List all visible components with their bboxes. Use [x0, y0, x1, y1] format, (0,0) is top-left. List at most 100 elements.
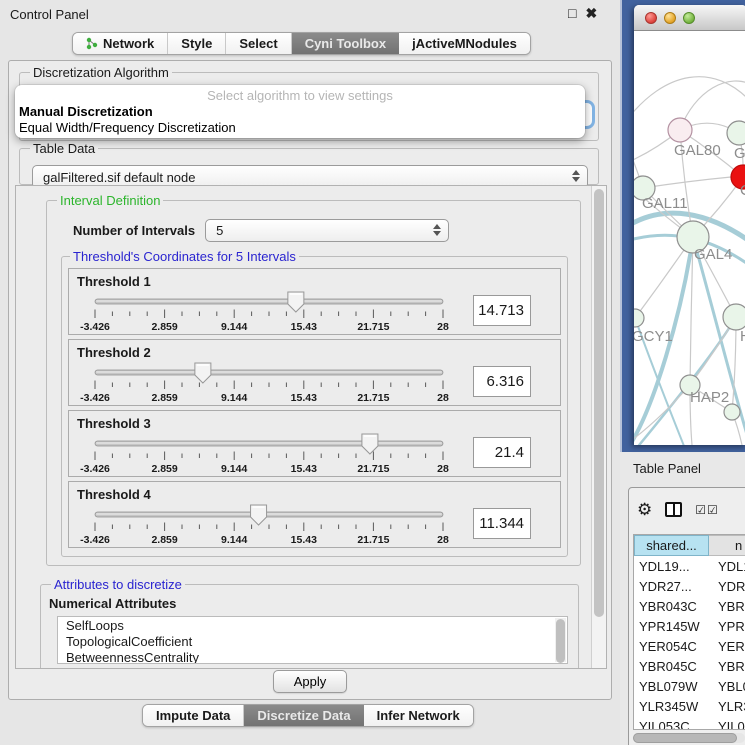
- table-row[interactable]: YPR145WYPR1: [634, 616, 745, 636]
- thresholds-coordinates-title: Threshold's Coordinates for 5 Intervals: [70, 249, 299, 264]
- apply-button[interactable]: Apply: [273, 670, 348, 693]
- discretization-algorithm-group-title: Discretization Algorithm: [30, 65, 172, 80]
- menu-item-manual-discretization[interactable]: Manual Discretization: [15, 104, 585, 120]
- interval-definition-group: Interval Definition Number of Intervals …: [46, 193, 581, 566]
- svg-text:28: 28: [437, 463, 449, 475]
- control-panel-tabbar: Network Style Select Cyni Toolbox jActiv…: [72, 32, 531, 55]
- settings-scroll-area: Interval Definition Number of Intervals …: [15, 185, 607, 669]
- network-node[interactable]: [724, 404, 740, 420]
- table-data-combobox-value: galFiltered.sif default node: [43, 170, 195, 185]
- threshold-panel: Threshold 4-3.4262.8599.14415.4321.71528…: [68, 481, 561, 548]
- node-label: C: [740, 182, 745, 199]
- right-panel: GAL80GALCGAL11GAL4GCY1HHAP2 Table Panel …: [620, 0, 745, 745]
- table-row[interactable]: YLR345WYLR3: [634, 696, 745, 716]
- algorithm-dropdown-popup: Select algorithm to view settings Manual…: [15, 85, 585, 138]
- threshold-value-field[interactable]: 11.344: [473, 508, 531, 539]
- node-label: GAL80: [674, 142, 721, 159]
- list-scrollbar[interactable]: [555, 618, 566, 662]
- svg-text:15.43: 15.43: [291, 392, 317, 404]
- tab-style[interactable]: Style: [168, 33, 226, 54]
- gear-icon[interactable]: ⚙: [637, 501, 652, 518]
- table-panel-title: Table Panel: [633, 461, 701, 476]
- tab-select[interactable]: Select: [226, 33, 291, 54]
- svg-text:21.715: 21.715: [357, 392, 389, 404]
- threshold-value-field[interactable]: 21.4: [473, 437, 531, 468]
- threshold-label: Threshold 1: [77, 274, 552, 289]
- tab-jactivemnodules[interactable]: jActiveMNodules: [399, 33, 530, 54]
- table-row[interactable]: YIL053CYIL0: [634, 716, 745, 730]
- table-row[interactable]: YER054CYER0: [634, 636, 745, 656]
- network-window-titlebar: [634, 5, 745, 31]
- float-window-icon[interactable]: □: [568, 5, 576, 22]
- svg-text:15.43: 15.43: [291, 463, 317, 475]
- table-data-group-title: Table Data: [30, 141, 98, 156]
- column-header-name[interactable]: n: [709, 535, 745, 556]
- threshold-slider[interactable]: -3.4262.8599.14415.4321.71528: [77, 290, 461, 334]
- attributes-to-discretize-group: Attributes to discretize Numerical Attri…: [40, 577, 579, 668]
- attributes-to-discretize-title: Attributes to discretize: [51, 577, 185, 592]
- tab-network[interactable]: Network: [73, 33, 168, 54]
- svg-text:21.715: 21.715: [357, 463, 389, 475]
- threshold-panel: Threshold 2-3.4262.8599.14415.4321.71528…: [68, 339, 561, 406]
- table-row[interactable]: YBL079WYBL0: [634, 676, 745, 696]
- zoom-traffic-light-icon[interactable]: [683, 12, 695, 24]
- combobox-stepper-icon: [572, 170, 580, 182]
- algorithm-placeholder-item[interactable]: Select algorithm to view settings: [15, 87, 585, 104]
- node-label: GAL: [734, 145, 745, 162]
- threshold-value-field[interactable]: 14.713: [473, 295, 531, 326]
- svg-text:28: 28: [437, 392, 449, 404]
- table-horizontal-scrollbar[interactable]: [633, 733, 745, 743]
- numerical-attributes-list[interactable]: SelfLoopsTopologicalCoefficientBetweenne…: [57, 616, 568, 664]
- network-node[interactable]: [727, 121, 745, 145]
- svg-text:2.859: 2.859: [151, 321, 177, 333]
- combobox-stepper-icon: [433, 224, 441, 236]
- select-checkboxes-icon[interactable]: ☑☑: [695, 503, 719, 517]
- minimize-traffic-light-icon[interactable]: [664, 12, 676, 24]
- network-node[interactable]: [668, 118, 692, 142]
- tab-cyni-toolbox[interactable]: Cyni Toolbox: [292, 33, 399, 54]
- threshold-label: Threshold 4: [77, 487, 552, 502]
- network-node[interactable]: [723, 304, 745, 330]
- vertical-scrollbar[interactable]: [591, 186, 606, 668]
- svg-text:9.144: 9.144: [221, 392, 247, 404]
- network-window[interactable]: GAL80GALCGAL11GAL4GCY1HHAP2: [634, 5, 745, 445]
- tab-infer-network[interactable]: Infer Network: [364, 705, 473, 726]
- threshold-slider[interactable]: -3.4262.8599.14415.4321.71528: [77, 503, 461, 547]
- threshold-label: Threshold 3: [77, 416, 552, 431]
- tab-discretize-data[interactable]: Discretize Data: [244, 705, 363, 726]
- network-canvas[interactable]: GAL80GALCGAL11GAL4GCY1HHAP2: [634, 31, 745, 445]
- table-row[interactable]: YDL19...YDL1: [634, 556, 745, 576]
- tab-label: Select: [239, 36, 277, 51]
- threshold-value-field[interactable]: 6.316: [473, 366, 531, 397]
- tab-label: Cyni Toolbox: [305, 36, 386, 51]
- column-header-shared-name[interactable]: shared...: [634, 535, 709, 556]
- number-of-intervals-combobox[interactable]: 5: [205, 219, 449, 242]
- scrollbar-thumb[interactable]: [633, 733, 737, 743]
- svg-text:2.859: 2.859: [151, 392, 177, 404]
- cyni-mode-tabbar: Impute Data Discretize Data Infer Networ…: [142, 704, 474, 727]
- column-view-icon[interactable]: [665, 502, 682, 517]
- threshold-slider[interactable]: -3.4262.8599.14415.4321.71528: [77, 361, 461, 405]
- table-panel: ⚙ ☑☑ shared... n YDL19...YDL1YDR27...YDR…: [628, 487, 745, 745]
- svg-text:21.715: 21.715: [357, 534, 389, 546]
- network-node[interactable]: [634, 309, 644, 327]
- close-traffic-light-icon[interactable]: [645, 12, 657, 24]
- interval-definition-title: Interval Definition: [57, 193, 163, 208]
- table-row[interactable]: YBR045CYBR0: [634, 656, 745, 676]
- scrollbar-thumb[interactable]: [594, 189, 604, 617]
- threshold-panel: Threshold 1-3.4262.8599.14415.4321.71528…: [68, 268, 561, 335]
- menu-item-equal-width-frequency[interactable]: Equal Width/Frequency Discretization: [15, 120, 585, 136]
- svg-text:-3.426: -3.426: [80, 321, 110, 333]
- node-label: GAL4: [694, 246, 732, 263]
- list-item[interactable]: TopologicalCoefficient: [66, 634, 567, 650]
- tab-impute-data[interactable]: Impute Data: [143, 705, 244, 726]
- table-row[interactable]: YBR043CYBR0: [634, 596, 745, 616]
- tab-label: Discretize Data: [257, 708, 350, 723]
- close-window-icon[interactable]: ✖: [585, 5, 597, 22]
- threshold-slider[interactable]: -3.4262.8599.14415.4321.71528: [77, 432, 461, 476]
- table-row[interactable]: YDR27...YDR2: [634, 576, 745, 596]
- list-item[interactable]: BetweennessCentrality: [66, 650, 567, 664]
- list-item[interactable]: SelfLoops: [66, 618, 567, 634]
- node-table: shared... n YDL19...YDL1YDR27...YDR2YBR0…: [633, 534, 745, 730]
- node-label: HAP2: [690, 389, 729, 406]
